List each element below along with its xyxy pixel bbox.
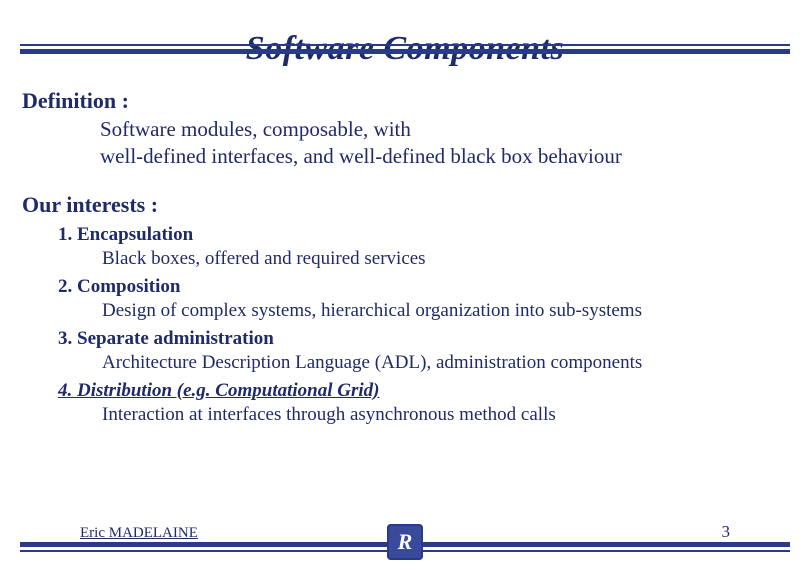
definition-line2: well-defined interfaces, and well-define…: [100, 144, 622, 168]
interest-4-detail: Interaction at interfaces through asynch…: [102, 404, 788, 426]
slide-content: Definition : Software modules, composabl…: [0, 68, 810, 426]
interest-3-label: 3. Separate administration: [58, 328, 788, 350]
page-number: 3: [722, 522, 731, 542]
interest-1-detail: Black boxes, offered and required servic…: [102, 248, 788, 270]
interest-2-label: 2. Composition: [58, 276, 788, 298]
definition-line1: Software modules, composable, with: [100, 117, 411, 141]
author-name: Eric MADELAINE: [80, 525, 198, 542]
interest-4-label: 4. Distribution (e.g. Computational Grid…: [58, 380, 788, 402]
interest-2-detail: Design of complex systems, hierarchical …: [102, 300, 788, 322]
interest-3-detail: Architecture Description Language (ADL),…: [102, 352, 788, 374]
interests-heading: Our interests :: [22, 192, 788, 218]
interest-1-label: 1. Encapsulation: [58, 224, 788, 246]
definition-heading: Definition :: [22, 88, 788, 114]
top-rule: [20, 44, 790, 54]
definition-body: Software modules, composable, with well-…: [100, 116, 788, 170]
logo-icon: R: [387, 524, 423, 560]
